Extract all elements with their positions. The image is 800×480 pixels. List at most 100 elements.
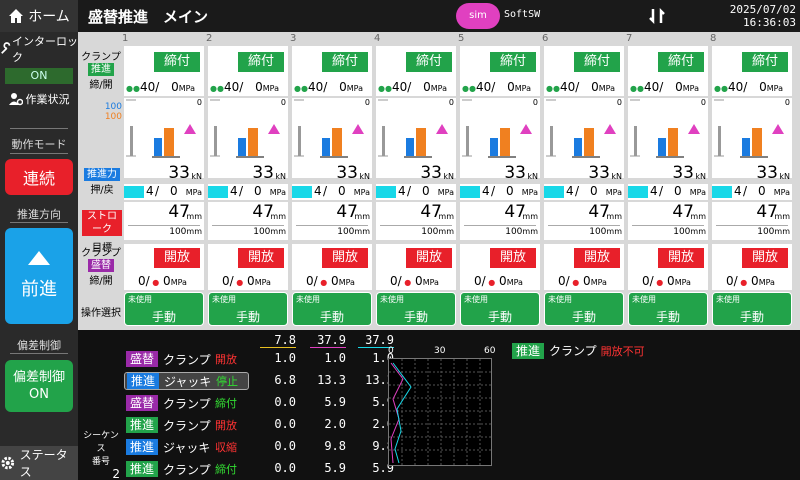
unit-mpa: MPa	[170, 278, 187, 287]
push-indicator	[376, 186, 396, 198]
clamp-open-button[interactable]: 開放	[574, 248, 620, 268]
clamp-pressure: ●●40/ 0MPa	[210, 80, 280, 94]
unit-mm: mm	[690, 227, 706, 236]
unit-mpa: MPa	[689, 188, 706, 197]
clamp-pressure: ●●40/ 0MPa	[294, 80, 364, 94]
bar-orange	[752, 128, 762, 156]
target-number: 100	[169, 227, 187, 237]
clamp-tighten-button[interactable]: 締付	[322, 52, 368, 72]
interlock-button[interactable]: インターロック ON	[0, 35, 78, 84]
bar-chart-cell: 0	[292, 98, 372, 178]
manual-button[interactable]: 未使用 手動	[124, 292, 204, 326]
unit-kn: kN	[359, 172, 370, 181]
status-dot-icon: ●	[569, 278, 580, 287]
sequence-state: 停止	[216, 375, 239, 388]
push-value: 4	[230, 184, 238, 198]
jack-column: 3 締付 ●●40/ 0MPa 0 33 kN 4 / 0 MPa 47 mm …	[290, 32, 372, 330]
clamp2-pressure: 0/ ● 0MPa	[390, 274, 439, 288]
sequence-row: 推進 クランプ 締付	[126, 460, 245, 478]
direction-button[interactable]: 前進	[5, 228, 73, 324]
sequence-row: 推進 ジャッキ 収縮	[126, 438, 245, 456]
force-value: 33	[420, 163, 442, 183]
force-value: 33	[756, 163, 778, 183]
sequence-name: ジャッキ	[163, 440, 211, 455]
mode-button[interactable]: 連続	[5, 159, 73, 195]
pressure-open1: 0	[306, 274, 314, 288]
manual-button[interactable]: 未使用 手動	[628, 292, 708, 326]
stroke-cell: 47 mm 100mm	[628, 202, 708, 240]
manual-sub-label: 未使用	[296, 295, 320, 304]
status-dot-icon: ●	[149, 278, 160, 287]
manual-button[interactable]: 未使用 手動	[712, 292, 792, 326]
clamp-open-button[interactable]: 開放	[742, 248, 788, 268]
back-value: 0	[506, 184, 514, 198]
chart-max: 0	[700, 98, 706, 107]
row-label-force: 推進力 押/戻	[82, 168, 122, 196]
target-triangle-icon	[520, 124, 532, 134]
unit-mm: mm	[354, 227, 370, 236]
scale-labels: 100 100	[100, 102, 122, 122]
push-indicator	[628, 186, 648, 198]
back-value: 0	[758, 184, 766, 198]
clamp-tighten-button[interactable]: 締付	[658, 52, 704, 72]
trend-line-magenta	[390, 362, 404, 464]
manual-button[interactable]: 未使用 手動	[292, 292, 372, 326]
page-title: 盛替推進 メイン	[88, 8, 209, 26]
force-value: 33	[672, 163, 694, 183]
clamp-tighten-button[interactable]: 締付	[154, 52, 200, 72]
clamp-cell: 締付 ●●40/ 0MPa	[712, 46, 792, 96]
pressure-open1: 0	[642, 274, 650, 288]
manual-button[interactable]: 未使用 手動	[208, 292, 288, 326]
pressure-open1: 0	[474, 274, 482, 288]
pressure-tight: 40	[475, 80, 492, 94]
jack-bar-chart	[462, 99, 532, 158]
clamp-tighten-button[interactable]: 締付	[238, 52, 284, 72]
scale-bar	[298, 126, 301, 156]
status-dot-icon: ●	[653, 278, 664, 287]
status-button[interactable]: ステータス	[0, 446, 78, 480]
deviation-control-button[interactable]: 偏差制御 ON	[5, 360, 73, 412]
push-indicator	[712, 186, 732, 198]
clamp-tighten-button[interactable]: 締付	[406, 52, 452, 72]
manual-sub-label: 未使用	[464, 295, 488, 304]
sim-badge[interactable]: sim	[456, 3, 500, 29]
unit-mpa: MPa	[437, 188, 454, 197]
clamp-open-button[interactable]: 開放	[490, 248, 536, 268]
status-dots-icon: ●●	[294, 84, 308, 93]
unit-mm: mm	[270, 212, 286, 221]
manual-button[interactable]: 未使用 手動	[376, 292, 456, 326]
clamp-tighten-button[interactable]: 締付	[742, 52, 788, 72]
column-number: 6	[542, 33, 549, 44]
home-button[interactable]: ホーム	[0, 0, 78, 32]
chart-max: 0	[616, 98, 622, 107]
clamp-open-button[interactable]: 開放	[322, 248, 368, 268]
unit-mm: mm	[186, 227, 202, 236]
status-dot-icon: ●	[485, 278, 496, 287]
direction-value: 前進	[21, 279, 57, 300]
sidebar: ホーム インターロック ON 作業状況 動作モード 連続 推進方向 前進 偏差制…	[0, 0, 78, 480]
clamp-pressure: ●●40/ 0MPa	[630, 80, 700, 94]
target-triangle-icon	[436, 124, 448, 134]
tight-open-label: 締/開	[89, 80, 113, 91]
bar-blue	[238, 138, 246, 156]
chart-max: 0	[196, 98, 202, 107]
bar-chart-cell: 0	[376, 98, 456, 178]
manual-sub-label: 未使用	[548, 295, 572, 304]
arrow-up-icon	[28, 251, 50, 265]
clamp-open-button[interactable]: 開放	[406, 248, 452, 268]
clamp-open-button[interactable]: 開放	[658, 248, 704, 268]
manual-button[interactable]: 未使用 手動	[460, 292, 540, 326]
sync-arrows-icon[interactable]	[648, 7, 666, 25]
clamp2-cell: 開放 0/ ● 0MPa	[544, 244, 624, 290]
clamp-pressure: ●●40/ 0MPa	[378, 80, 448, 94]
unit-mpa: MPa	[430, 84, 448, 93]
seq-title-l1: シーケンス	[83, 431, 119, 454]
clamp-open-button[interactable]: 開放	[154, 248, 200, 268]
work-status-button[interactable]: 作業状況	[0, 86, 78, 112]
clamp-tighten-button[interactable]: 締付	[574, 52, 620, 72]
clamp-tighten-button[interactable]: 締付	[490, 52, 536, 72]
back-value: 0	[170, 184, 178, 198]
manual-button[interactable]: 未使用 手動	[544, 292, 624, 326]
target-value: 100mm	[673, 227, 706, 237]
clamp-open-button[interactable]: 開放	[238, 248, 284, 268]
